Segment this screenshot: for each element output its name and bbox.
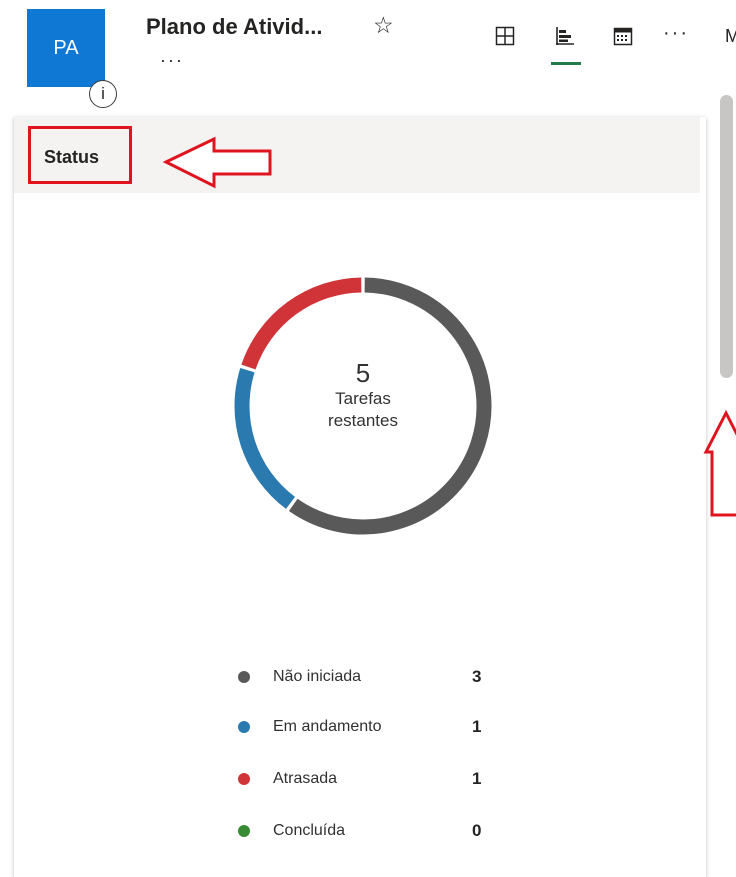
annotation-arrow-up: [703, 409, 736, 517]
annotation-overlay: [162, 136, 736, 517]
annotation-arrow-left: [162, 136, 272, 189]
